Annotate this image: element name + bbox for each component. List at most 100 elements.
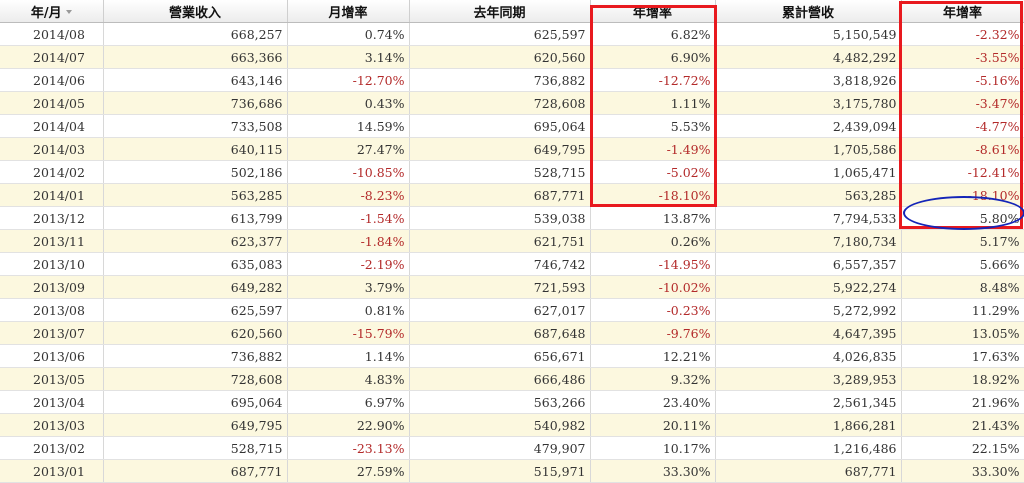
- table-row[interactable]: 2013/02 528,715 -23.13% 479,907 10.17% 1,216,…: [0, 436, 1024, 460]
- sort-icon[interactable]: [65, 10, 72, 14]
- cell-prev-year: 687,771: [409, 183, 591, 207]
- table-row[interactable]: 2013/07 620,560 -15.79% 687,648 -9.76% 4,647,…: [0, 321, 1024, 345]
- cell-date: 2013/06: [0, 344, 104, 368]
- cell-yoy: 10.17%: [590, 436, 716, 460]
- cell-prev-year: 656,671: [409, 344, 591, 368]
- column-header-date[interactable]: 年/月: [0, 0, 104, 23]
- cell-cumulative: 7,180,734: [715, 229, 902, 253]
- cell-date: 2013/04: [0, 390, 104, 414]
- cell-revenue: 528,715: [103, 436, 288, 460]
- cell-mom: -23.13%: [287, 436, 410, 460]
- cell-yoy: 6.90%: [590, 45, 716, 69]
- table-row[interactable]: 2013/03 649,795 22.90% 540,982 20.11% 1,866,2…: [0, 413, 1024, 437]
- column-header-label: 年/月: [30, 5, 62, 21]
- column-header-cum-yoy[interactable]: 年增率: [901, 0, 1024, 23]
- cell-cum-yoy: -2.32%: [901, 22, 1024, 46]
- cell-prev-year: 539,038: [409, 206, 591, 230]
- cell-prev-year: 563,266: [409, 390, 591, 414]
- cell-prev-year: 627,017: [409, 298, 591, 322]
- cell-revenue: 733,508: [103, 114, 288, 138]
- cell-cumulative: 5,922,274: [715, 275, 902, 299]
- cell-cumulative: 563,285: [715, 183, 902, 207]
- table-row[interactable]: 2014/04 733,508 14.59% 695,064 5.53% 2,439,09…: [0, 114, 1024, 138]
- table-row[interactable]: 2013/12 613,799 -1.54% 539,038 13.87% 7,794,5…: [0, 206, 1024, 230]
- cell-mom: 3.14%: [287, 45, 410, 69]
- table-row[interactable]: 2014/01 563,285 -8.23% 687,771 -18.10% 563,28…: [0, 183, 1024, 207]
- cell-cum-yoy: 5.17%: [901, 229, 1024, 253]
- table-row[interactable]: 2014/07 663,366 3.14% 620,560 6.90% 4,482,292…: [0, 45, 1024, 69]
- cell-cumulative: 6,557,357: [715, 252, 902, 276]
- table-row[interactable]: 2013/01 687,771 27.59% 515,971 33.30% 687,771…: [0, 459, 1024, 483]
- cell-cum-yoy: 33.30%: [901, 459, 1024, 483]
- cell-mom: -12.70%: [287, 68, 410, 92]
- table-row[interactable]: 2013/10 635,083 -2.19% 746,742 -14.95% 6,557,…: [0, 252, 1024, 276]
- cell-revenue: 563,285: [103, 183, 288, 207]
- cell-mom: 1.14%: [287, 344, 410, 368]
- cell-yoy: -18.10%: [590, 183, 716, 207]
- table-row[interactable]: 2013/06 736,882 1.14% 656,671 12.21% 4,026,83…: [0, 344, 1024, 368]
- table-row[interactable]: 2013/04 695,064 6.97% 563,266 23.40% 2,561,34…: [0, 390, 1024, 414]
- cell-revenue: 663,366: [103, 45, 288, 69]
- cell-prev-year: 728,608: [409, 91, 591, 115]
- table-row[interactable]: 2013/11 623,377 -1.84% 621,751 0.26% 7,180,73…: [0, 229, 1024, 253]
- cell-revenue: 695,064: [103, 390, 288, 414]
- cell-prev-year: 479,907: [409, 436, 591, 460]
- cell-date: 2014/05: [0, 91, 104, 115]
- cell-yoy: 23.40%: [590, 390, 716, 414]
- cell-cum-yoy: 8.48%: [901, 275, 1024, 299]
- cell-date: 2014/01: [0, 183, 104, 207]
- cell-revenue: 728,608: [103, 367, 288, 391]
- cell-revenue: 620,560: [103, 321, 288, 345]
- column-header-prev-year[interactable]: 去年同期: [409, 0, 591, 23]
- table-row[interactable]: 2014/06 643,146 -12.70% 736,882 -12.72% 3,818…: [0, 68, 1024, 92]
- cell-cumulative: 1,866,281: [715, 413, 902, 437]
- cell-date: 2013/08: [0, 298, 104, 322]
- cell-mom: 0.43%: [287, 91, 410, 115]
- cell-cumulative: 5,272,992: [715, 298, 902, 322]
- cell-date: 2014/07: [0, 45, 104, 69]
- table-row[interactable]: 2013/09 649,282 3.79% 721,593 -10.02% 5,922,2…: [0, 275, 1024, 299]
- table-row[interactable]: 2013/08 625,597 0.81% 627,017 -0.23% 5,272,99…: [0, 298, 1024, 322]
- cell-cum-yoy: -4.77%: [901, 114, 1024, 138]
- cell-yoy: -12.72%: [590, 68, 716, 92]
- cell-yoy: -9.76%: [590, 321, 716, 345]
- cell-mom: -1.54%: [287, 206, 410, 230]
- cell-date: 2013/10: [0, 252, 104, 276]
- cell-mom: 0.81%: [287, 298, 410, 322]
- cell-mom: 0.74%: [287, 22, 410, 46]
- cell-cumulative: 4,482,292: [715, 45, 902, 69]
- table-row[interactable]: 2014/08 668,257 0.74% 625,597 6.82% 5,150,549…: [0, 22, 1024, 46]
- column-header-yoy[interactable]: 年增率: [590, 0, 716, 23]
- table-row[interactable]: 2014/05 736,686 0.43% 728,608 1.11% 3,175,780…: [0, 91, 1024, 115]
- cell-cum-yoy: -3.55%: [901, 45, 1024, 69]
- cell-revenue: 623,377: [103, 229, 288, 253]
- cell-yoy: 13.87%: [590, 206, 716, 230]
- table-row[interactable]: 2014/02 502,186 -10.85% 528,715 -5.02% 1,065,…: [0, 160, 1024, 184]
- cell-cum-yoy: 21.43%: [901, 413, 1024, 437]
- cell-yoy: 33.30%: [590, 459, 716, 483]
- cell-revenue: 649,795: [103, 413, 288, 437]
- cell-cum-yoy: 22.15%: [901, 436, 1024, 460]
- cell-date: 2013/03: [0, 413, 104, 437]
- cell-revenue: 668,257: [103, 22, 288, 46]
- cell-yoy: -0.23%: [590, 298, 716, 322]
- cell-mom: -15.79%: [287, 321, 410, 345]
- table-row[interactable]: 2013/05 728,608 4.83% 666,486 9.32% 3,289,953…: [0, 367, 1024, 391]
- cell-yoy: 6.82%: [590, 22, 716, 46]
- cell-cumulative: 687,771: [715, 459, 902, 483]
- cell-cum-yoy: 5.80%: [901, 206, 1024, 230]
- cell-cum-yoy: 13.05%: [901, 321, 1024, 345]
- cell-prev-year: 695,064: [409, 114, 591, 138]
- cell-date: 2014/02: [0, 160, 104, 184]
- table-row[interactable]: 2014/03 640,115 27.47% 649,795 -1.49% 1,705,5…: [0, 137, 1024, 161]
- column-header-revenue[interactable]: 營業收入: [103, 0, 288, 23]
- column-header-cumulative[interactable]: 累計營收: [715, 0, 902, 23]
- cell-cum-yoy: -3.47%: [901, 91, 1024, 115]
- cell-cumulative: 1,216,486: [715, 436, 902, 460]
- cell-mom: 27.59%: [287, 459, 410, 483]
- cell-yoy: 1.11%: [590, 91, 716, 115]
- cell-date: 2013/09: [0, 275, 104, 299]
- cell-cumulative: 5,150,549: [715, 22, 902, 46]
- cell-cum-yoy: -12.41%: [901, 160, 1024, 184]
- column-header-mom[interactable]: 月增率: [287, 0, 410, 23]
